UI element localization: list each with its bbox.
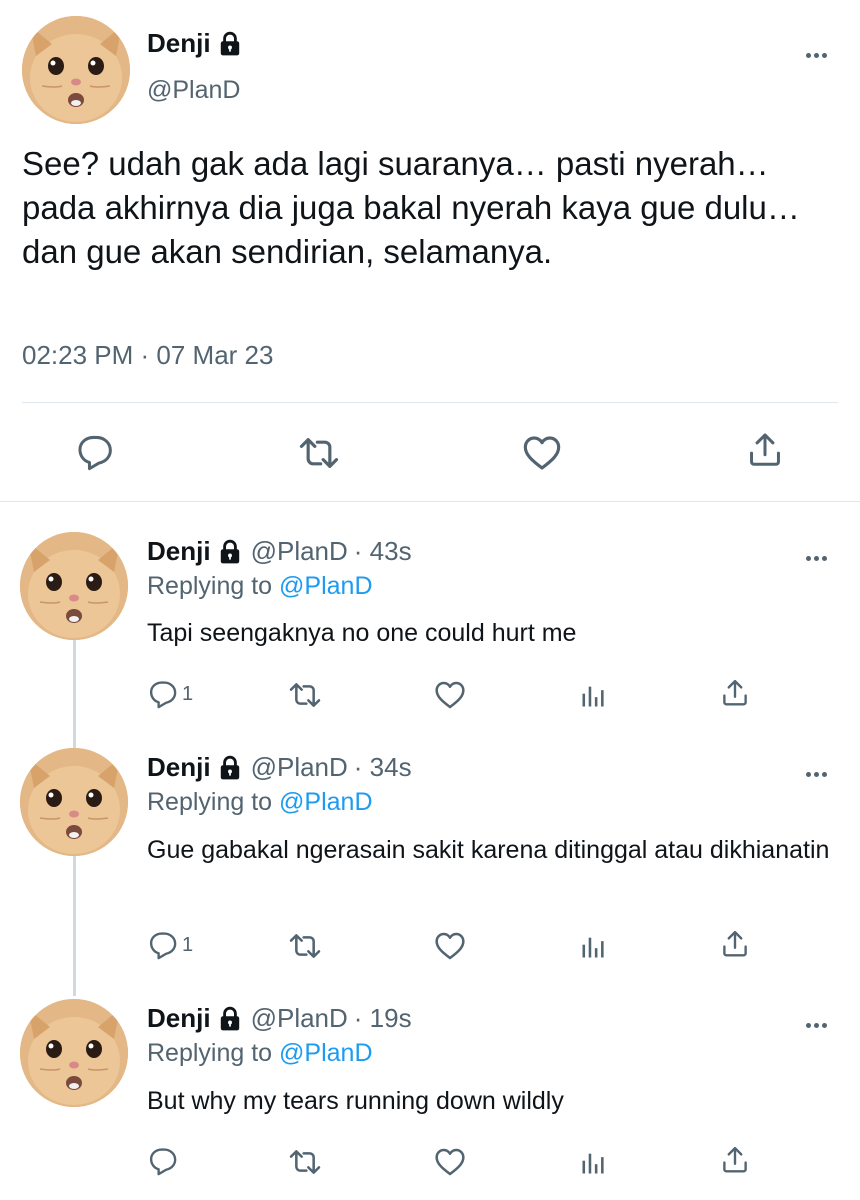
- share-button[interactable]: [720, 678, 750, 708]
- cat-avatar-image: [20, 532, 128, 640]
- reply-button[interactable]: 1: [148, 930, 193, 960]
- views-button[interactable]: [579, 933, 607, 961]
- lock-icon: [217, 1006, 243, 1032]
- like-button[interactable]: [522, 433, 562, 473]
- retweet-button[interactable]: [289, 1146, 321, 1178]
- share-icon: [720, 1145, 750, 1175]
- retweet-button[interactable]: [289, 930, 321, 962]
- like-button[interactable]: [434, 679, 466, 711]
- divider: [22, 402, 838, 403]
- reply-count: 1: [182, 933, 194, 956]
- replying-to: Replying to @PlanD: [147, 1039, 373, 1068]
- reply-time[interactable]: · 34s: [354, 752, 412, 783]
- reply-text: Tapi seengaknya no one could hurt me: [147, 619, 577, 647]
- views-button[interactable]: [579, 682, 607, 710]
- reply-icon: [148, 930, 178, 960]
- reply-header: Denji @PlanD · 34s: [147, 752, 412, 783]
- reply-display-name[interactable]: Denji: [147, 536, 211, 567]
- reply-text: Gue gabakal ngerasain sakit karena ditin…: [147, 836, 830, 864]
- user-handle[interactable]: @PlanD: [147, 76, 240, 105]
- share-icon: [746, 431, 784, 469]
- mention-link[interactable]: @PlanD: [279, 572, 372, 600]
- reply-time[interactable]: · 19s: [354, 1003, 412, 1034]
- cat-avatar-image: [20, 999, 128, 1107]
- reply-display-name[interactable]: Denji: [147, 752, 211, 783]
- mention-link[interactable]: @PlanD: [279, 1039, 372, 1067]
- reply-handle[interactable]: @PlanD: [251, 1003, 348, 1034]
- retweet-icon: [289, 1146, 321, 1178]
- views-icon: [579, 682, 607, 710]
- share-button[interactable]: [720, 1145, 750, 1175]
- reply-icon: [148, 1146, 178, 1176]
- display-name-text: Denji: [147, 28, 211, 58]
- reply-count: 1: [182, 682, 194, 705]
- reply-header: Denji @PlanD · 43s: [147, 536, 412, 567]
- replying-label: Replying to: [147, 572, 273, 600]
- like-icon: [434, 1146, 466, 1178]
- reply-icon: [76, 433, 114, 471]
- reply-avatar[interactable]: [20, 748, 128, 856]
- retweet-icon: [289, 679, 321, 711]
- more-icon[interactable]: [804, 1015, 828, 1033]
- more-icon[interactable]: [804, 764, 828, 782]
- tweet-text: See? udah gak ada lagi suaranya… pasti n…: [22, 145, 800, 270]
- like-button[interactable]: [434, 1146, 466, 1178]
- cat-avatar-image: [20, 748, 128, 856]
- reply-display-name[interactable]: Denji: [147, 1003, 211, 1034]
- reply-header: Denji @PlanD · 19s: [147, 1003, 412, 1034]
- share-button[interactable]: [746, 431, 784, 469]
- reply-button[interactable]: [76, 433, 114, 471]
- views-icon: [579, 933, 607, 961]
- reply-avatar[interactable]: [20, 999, 128, 1107]
- mention-link[interactable]: @PlanD: [279, 788, 372, 816]
- cat-avatar-image: [22, 16, 130, 124]
- replying-label: Replying to: [147, 1039, 273, 1067]
- like-icon: [434, 679, 466, 711]
- reply-handle[interactable]: @PlanD: [251, 536, 348, 567]
- reply-button[interactable]: 1: [148, 679, 193, 709]
- share-icon: [720, 929, 750, 959]
- like-icon: [434, 930, 466, 962]
- share-icon: [720, 678, 750, 708]
- reply-text: But why my tears running down wildly: [147, 1087, 564, 1115]
- more-icon[interactable]: [804, 548, 828, 566]
- display-name[interactable]: Denji: [147, 28, 243, 59]
- like-button[interactable]: [434, 930, 466, 962]
- replying-to: Replying to @PlanD: [147, 572, 373, 601]
- replying-label: Replying to: [147, 788, 273, 816]
- lock-icon: [217, 755, 243, 781]
- retweet-icon: [289, 930, 321, 962]
- reply-icon: [148, 679, 178, 709]
- share-button[interactable]: [720, 929, 750, 959]
- retweet-button[interactable]: [289, 679, 321, 711]
- lock-icon: [217, 539, 243, 565]
- reply-handle[interactable]: @PlanD: [251, 752, 348, 783]
- reply-time[interactable]: · 43s: [354, 536, 412, 567]
- retweet-button[interactable]: [299, 433, 339, 473]
- retweet-icon: [299, 433, 339, 473]
- views-button[interactable]: [579, 1149, 607, 1177]
- replying-to: Replying to @PlanD: [147, 788, 373, 817]
- more-icon[interactable]: [804, 45, 828, 63]
- reply-button[interactable]: [148, 1146, 178, 1176]
- views-icon: [579, 1149, 607, 1177]
- avatar[interactable]: [22, 16, 130, 124]
- reply-avatar[interactable]: [20, 532, 128, 640]
- section-divider: [0, 501, 860, 502]
- lock-icon: [217, 31, 243, 57]
- tweet-timestamp[interactable]: 02:23 PM · 07 Mar 23: [22, 340, 273, 371]
- like-icon: [522, 433, 562, 473]
